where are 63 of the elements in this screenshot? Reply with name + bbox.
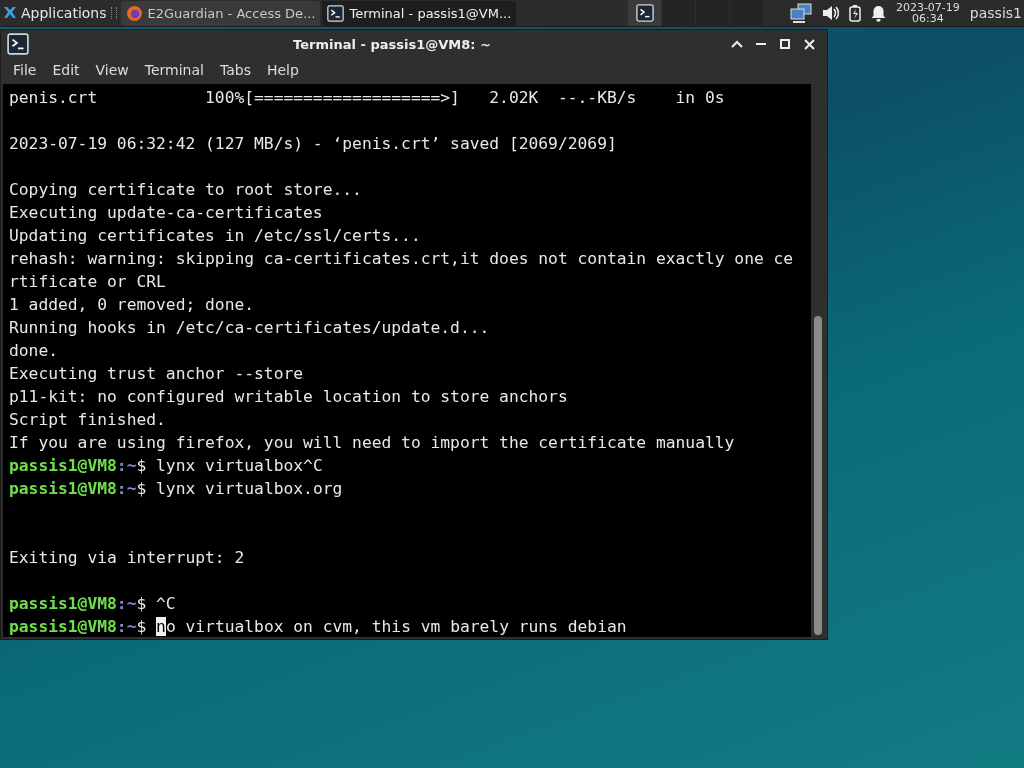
terminal-icon <box>7 33 29 55</box>
prompt-symbol: $ <box>136 479 147 498</box>
command-text: lynx virtualbox.org <box>156 479 343 498</box>
menu-item[interactable]: Help <box>258 62 307 78</box>
network-icon[interactable] <box>789 3 812 23</box>
prompt-user: passis1@VM8 <box>9 479 117 498</box>
output-line: Exiting via interrupt: 2 <box>9 548 245 567</box>
battery-icon[interactable] <box>848 4 861 22</box>
scrollbar-thumb[interactable] <box>814 316 822 635</box>
prompt-user: passis1@VM8 <box>9 456 117 475</box>
command-text: lynx virtualbox^C <box>156 456 323 475</box>
output-line: penis.crt 100%[===================>] 2.02K --.-KB/s in 0s <box>9 88 725 107</box>
command-text: o virtualbox on cvm, this vm barely runs debian <box>165 617 627 636</box>
output-line: rtificate or CRL <box>9 272 166 291</box>
clock-time: 06:34 <box>912 13 944 24</box>
close-icon <box>803 38 815 50</box>
output-line: Updating certificates in /etc/ssl/certs... <box>9 226 421 245</box>
volume-icon[interactable] <box>821 5 839 21</box>
prompt-path: :~ <box>116 617 137 636</box>
caret-icon <box>731 40 743 48</box>
prompt-path: :~ <box>116 456 137 475</box>
output-line: 1 added, 0 removed; done. <box>9 295 255 314</box>
prompt-path: :~ <box>116 479 137 498</box>
maximize-icon <box>780 39 790 49</box>
menu-item[interactable]: File <box>5 62 45 78</box>
menu-item[interactable]: Terminal <box>136 62 212 78</box>
workspace-switcher[interactable] <box>662 0 697 26</box>
text-cursor: n <box>156 617 166 636</box>
command-text: ^C <box>156 594 176 613</box>
output-line: Running hooks in /etc/ca-certificates/update.d... <box>9 318 490 337</box>
output-line: rehash: warning: skipping ca-certificates.crt,it does not contain exactly one ce <box>9 249 794 268</box>
menu-item[interactable]: Tabs <box>211 62 259 78</box>
prompt-user: passis1@VM8 <box>9 594 117 613</box>
menu-item[interactable]: View <box>87 62 137 78</box>
prompt-path: :~ <box>116 594 137 613</box>
output-line: p11-kit: no configured writable location to store anchors <box>9 387 568 406</box>
output-line: 2023-07-19 06:32:42 (127 MB/s) - ‘penis.crt’ saved [2069/2069] <box>9 134 617 153</box>
prompt-user: passis1@VM8 <box>9 617 117 636</box>
workspace-switcher[interactable] <box>696 0 731 26</box>
minimize-icon <box>756 43 766 45</box>
workspace-switcher[interactable] <box>628 0 663 26</box>
prompt-symbol: $ <box>136 456 147 475</box>
output-line: Executing update-ca-certificates <box>9 203 323 222</box>
output-line: Script finished. <box>9 410 166 429</box>
terminal-icon <box>327 4 345 22</box>
terminal-icon <box>635 4 654 22</box>
output-line: If you are using firefox, you will need to import the certificate manually <box>9 433 735 452</box>
clock[interactable]: 2023-07-19 06:34 <box>895 2 960 24</box>
user-name[interactable]: passis1 <box>969 5 1022 21</box>
output-line: Executing trust anchor --store <box>9 364 304 383</box>
clock-date: 2023-07-19 <box>895 2 960 13</box>
taskbar-window-button[interactable]: E2Guardian - Access De... <box>120 0 321 26</box>
taskbar-window-button[interactable]: Terminal - passis1@VM... <box>322 0 517 26</box>
window-title: Terminal - passis1@VM8: ~ <box>292 36 492 52</box>
prompt-symbol: $ <box>136 594 147 613</box>
menu-item[interactable]: Edit <box>44 62 88 78</box>
output-line: done. <box>9 341 58 360</box>
prompt-symbol: $ <box>136 617 147 636</box>
browser-icon <box>125 4 143 22</box>
output-line: Copying certificate to root store... <box>9 180 362 199</box>
bell-icon[interactable] <box>870 4 886 22</box>
applications-menu[interactable]: Applications <box>0 0 109 26</box>
workspace-switcher[interactable] <box>730 0 765 26</box>
